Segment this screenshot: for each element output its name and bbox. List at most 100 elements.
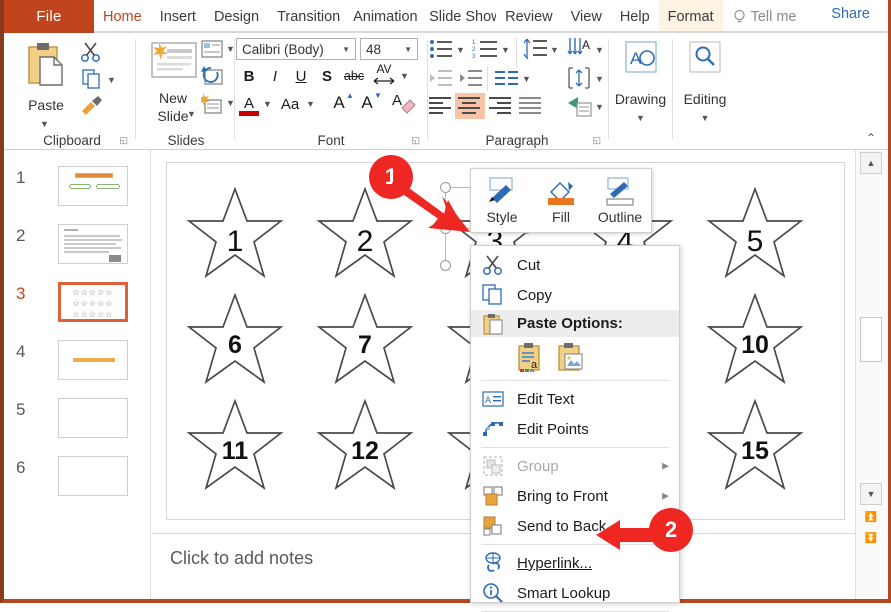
align-right-icon[interactable] [489,96,513,114]
font-color-button[interactable]: A [238,93,260,113]
align-left-icon[interactable] [429,96,453,114]
tell-me-box[interactable]: Tell me [723,0,807,33]
tab-slide-show[interactable]: Slide Show [420,0,496,33]
tab-format[interactable]: Format [658,0,723,33]
context-menu-item-edit-points[interactable]: Edit Points [471,414,679,444]
font-dialog-launcher[interactable]: ◱ [411,135,420,146]
bold-button[interactable]: B [238,65,260,87]
star-shape-10[interactable]: 10 [705,291,805,387]
bullets-icon[interactable] [429,39,453,59]
font-size-caret[interactable]: ▼ [404,45,412,54]
star-shape-6[interactable]: 6 [185,291,285,387]
star-shape-15[interactable]: 15 [705,397,805,493]
tab-insert[interactable]: Insert [151,0,205,33]
align-text-icon[interactable] [567,66,593,90]
font-size-combobox[interactable]: 48 ▼ [360,38,418,60]
convert-to-smartart-icon[interactable] [567,95,593,119]
decrease-indent-icon[interactable] [429,68,453,88]
scrollbar-thumb[interactable] [860,317,882,362]
character-spacing-caret[interactable]: ▼ [400,71,409,81]
tab-file[interactable]: File [4,0,94,33]
underline-button[interactable]: U [290,65,312,87]
bullets-caret[interactable]: ▼ [456,45,465,55]
smartart-caret[interactable]: ▼ [595,102,604,112]
reset-icon[interactable] [201,66,223,86]
font-name-combobox[interactable]: Calibri (Body) ▼ [236,38,356,60]
context-menu-item-edit-text[interactable]: A Edit Text [471,384,679,414]
line-spacing-icon[interactable] [523,38,547,59]
section-icon[interactable] [201,93,223,115]
selection-handle-bottom-left[interactable] [440,260,451,271]
context-menu-item-smart-lookup[interactable]: Smart Lookup [471,578,679,608]
thumbnail-slide-3[interactable]: 3 ☆☆☆☆☆ ☆☆☆☆☆ ☆☆☆☆☆ [8,282,151,330]
thumbnail-slide-1[interactable]: 1 [8,166,151,214]
context-menu-item-group[interactable]: Group ▶ [471,451,679,481]
ribbon-group-editing[interactable]: Editing ▼ [674,33,736,150]
context-menu-item-copy[interactable]: Copy [471,280,679,310]
numbering-icon[interactable]: 1 2 3 [472,39,498,59]
paste-button[interactable]: Paste ▼ [16,39,76,139]
justify-icon[interactable] [519,96,543,114]
line-spacing-caret[interactable]: ▼ [550,45,559,55]
character-spacing-button[interactable]: AV [372,61,396,77]
scroll-down-button[interactable]: ▼ [860,483,882,505]
vertical-scrollbar[interactable]: ▲ ▼ ⏫ ⏬ [855,150,885,599]
star-shape-12[interactable]: 12 [315,397,415,493]
strikethrough-button[interactable]: abc [340,66,368,86]
columns-icon[interactable] [495,69,519,87]
text-shadow-button[interactable]: S [316,65,338,87]
paste-picture-icon[interactable] [556,341,586,373]
paragraph-dialog-launcher[interactable]: ◱ [592,135,601,146]
columns-caret[interactable]: ▼ [522,74,531,84]
context-menu-item-cut[interactable]: Cut [471,250,679,280]
cut-icon[interactable] [80,41,102,63]
font-name-caret[interactable]: ▼ [342,45,350,54]
numbering-caret[interactable]: ▼ [501,45,510,55]
star-shape-11[interactable]: 11 [185,397,285,493]
tab-review[interactable]: Review [496,0,562,33]
text-direction-icon[interactable]: A [567,37,593,60]
previous-slide-button[interactable]: ⏫ [860,508,882,526]
paste-dropdown-caret[interactable]: ▼ [40,119,49,129]
scroll-up-button[interactable]: ▲ [860,152,882,174]
tab-home[interactable]: Home [94,0,151,33]
drawing-caret[interactable]: ▼ [608,113,673,123]
change-case-button[interactable]: Aa [276,93,304,115]
change-case-caret[interactable]: ▼ [306,99,315,109]
italic-button[interactable]: I [264,65,286,87]
paste-keep-text-icon[interactable]: a [516,341,546,373]
star-shape-5[interactable]: 5 [705,185,805,281]
tab-help[interactable]: Help [611,0,659,33]
format-painter-icon[interactable] [80,95,104,117]
thumbnail-slide-4[interactable]: 4 [8,340,151,388]
mini-style-button[interactable]: Style [474,173,530,225]
share-button[interactable]: Share [831,6,870,22]
shape-mini-toolbar[interactable]: Style Fill Outline [470,168,652,233]
context-menu-item-hyperlink[interactable]: Hyperlink... [471,548,679,578]
mini-outline-button[interactable]: Outline [592,173,648,225]
thumbnail-slide-2[interactable]: 2 [8,224,151,272]
context-menu-item-bring-to-front[interactable]: Bring to Front ▶ [471,481,679,511]
align-center-icon[interactable] [458,96,482,114]
text-direction-caret[interactable]: ▼ [595,45,604,55]
copy-dropdown-caret[interactable]: ▼ [107,75,116,85]
clipboard-dialog-launcher[interactable]: ◱ [119,135,128,146]
tab-animations[interactable]: Animation [344,0,420,33]
increase-indent-icon[interactable] [459,68,483,88]
copy-icon[interactable] [82,69,102,89]
collapse-ribbon-button[interactable]: ⌃ [866,131,876,145]
tab-view[interactable]: View [562,0,611,33]
slide-thumbnail-pane[interactable]: 1 2 3 ☆☆☆☆☆ ☆☆☆☆☆ ☆☆☆☆☆ 4 5 6 [8,150,151,599]
star-shape-1[interactable]: 1 [185,185,285,281]
thumbnail-slide-5[interactable]: 5 [8,398,151,446]
thumbnail-slide-6[interactable]: 6 [8,456,151,504]
tab-design[interactable]: Design [205,0,268,33]
editing-caret[interactable]: ▼ [674,113,736,123]
clear-formatting-icon[interactable]: A [391,91,417,115]
align-text-caret[interactable]: ▼ [595,74,604,84]
next-slide-button[interactable]: ⏬ [860,529,882,547]
ribbon-group-drawing[interactable]: A Drawing ▼ [608,33,673,150]
layout-icon[interactable] [201,40,223,58]
star-shape-7[interactable]: 7 [315,291,415,387]
new-slide-dropdown-caret[interactable]: ▼ [187,109,196,119]
